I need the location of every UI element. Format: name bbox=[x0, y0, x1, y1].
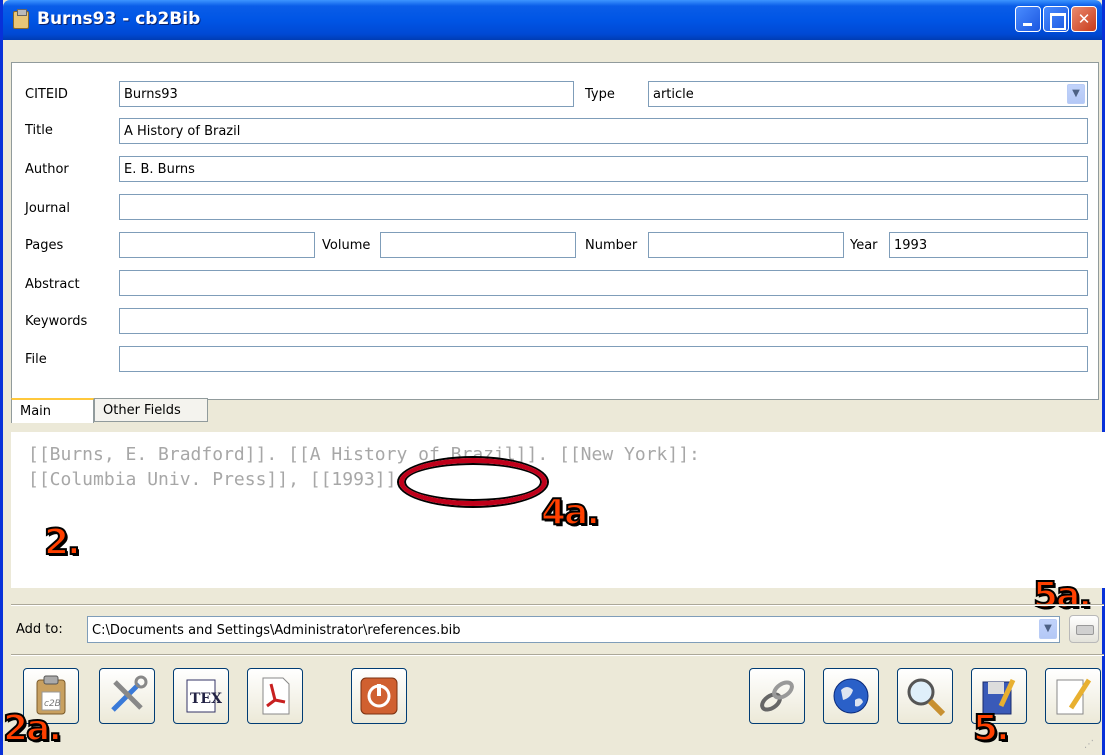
main-fields-panel: CITEID Burns93 Type article ▼ Title A Hi… bbox=[11, 62, 1099, 400]
preview-line-2: [[Columbia Univ. Press]], [[1993]]. bbox=[28, 469, 408, 490]
svg-text:TEX: TEX bbox=[190, 691, 222, 707]
journal-label: Journal bbox=[25, 201, 70, 216]
abstract-field[interactable] bbox=[119, 270, 1088, 296]
volume-label: Volume bbox=[322, 238, 371, 253]
year-highlight-ellipse bbox=[399, 458, 547, 506]
browse-bib-button[interactable] bbox=[1069, 615, 1099, 643]
abstract-label: Abstract bbox=[25, 277, 80, 292]
pages-field[interactable] bbox=[119, 232, 315, 258]
add-to-label: Add to: bbox=[16, 622, 63, 637]
divider bbox=[11, 654, 1104, 656]
add-to-select[interactable]: C:\Documents and Settings\Administrator\… bbox=[87, 616, 1060, 643]
tools-icon bbox=[111, 675, 148, 712]
add-to-path: C:\Documents and Settings\Administrator\… bbox=[92, 623, 461, 638]
chevron-down-icon[interactable]: ▼ bbox=[1067, 84, 1085, 104]
author-label: Author bbox=[25, 162, 69, 177]
citeid-field[interactable]: Burns93 bbox=[119, 81, 574, 107]
type-select-value: article bbox=[653, 87, 694, 102]
title-field[interactable]: A History of Brazil bbox=[119, 118, 1088, 144]
volume-field[interactable] bbox=[380, 232, 576, 258]
settings-button[interactable] bbox=[99, 668, 155, 724]
search-icon bbox=[907, 678, 946, 717]
annotation-2: 2. bbox=[43, 521, 82, 564]
year-label: Year bbox=[850, 238, 878, 253]
preview-line-1: [[Burns, E. Bradford]]. [[A History of B… bbox=[28, 444, 700, 465]
maximize-button[interactable] bbox=[1043, 6, 1069, 32]
keywords-field[interactable] bbox=[119, 308, 1088, 334]
edit-button[interactable] bbox=[1045, 668, 1101, 724]
file-label: File bbox=[25, 352, 47, 367]
minimize-button[interactable] bbox=[1015, 6, 1041, 32]
title-bar[interactable]: Burns93 - cb2Bib ✕ bbox=[3, 0, 1102, 40]
exit-button[interactable] bbox=[351, 668, 407, 724]
number-label: Number bbox=[585, 238, 638, 253]
annotation-4a: 4a. bbox=[540, 491, 601, 534]
tex-icon: TEX bbox=[186, 679, 222, 713]
type-select[interactable]: article ▼ bbox=[648, 81, 1088, 107]
keywords-label: Keywords bbox=[25, 314, 88, 329]
close-button[interactable]: ✕ bbox=[1071, 6, 1097, 32]
number-field[interactable] bbox=[648, 232, 844, 258]
resize-grip-icon[interactable]: ⋰ bbox=[1084, 739, 1096, 751]
annotation-5: 5. bbox=[972, 707, 1011, 750]
window-title: Burns93 - cb2Bib bbox=[37, 9, 201, 29]
annotation-5a: 5a. bbox=[1032, 574, 1093, 617]
type-label: Type bbox=[585, 87, 615, 102]
web-search-button[interactable] bbox=[823, 668, 879, 724]
edit-icon bbox=[1056, 678, 1092, 715]
chevron-down-icon[interactable]: ▼ bbox=[1039, 619, 1057, 639]
author-field[interactable]: E. B. Burns bbox=[119, 156, 1088, 182]
link-button[interactable] bbox=[749, 668, 805, 724]
tab-main[interactable]: Main bbox=[11, 398, 94, 423]
power-icon bbox=[360, 677, 398, 715]
search-button[interactable] bbox=[897, 668, 953, 724]
link-icon bbox=[760, 680, 794, 712]
app-window: Burns93 - cb2Bib ✕ CITEID Burns93 Type a… bbox=[0, 0, 1105, 755]
bibtex-button[interactable]: TEX bbox=[173, 668, 229, 724]
divider bbox=[11, 604, 1104, 606]
title-label: Title bbox=[25, 123, 53, 138]
citeid-label: CITEID bbox=[25, 87, 68, 102]
pdf-button[interactable] bbox=[247, 668, 303, 724]
tab-other-fields[interactable]: Other Fields bbox=[94, 398, 208, 422]
app-clipboard-icon bbox=[13, 9, 29, 29]
year-field[interactable]: 1993 bbox=[889, 232, 1088, 258]
pdf-icon bbox=[262, 677, 290, 715]
pages-label: Pages bbox=[25, 238, 64, 253]
file-field[interactable] bbox=[119, 346, 1088, 372]
globe-icon bbox=[833, 678, 869, 714]
annotation-2a: 2a. bbox=[2, 707, 63, 750]
journal-field[interactable] bbox=[119, 194, 1088, 220]
